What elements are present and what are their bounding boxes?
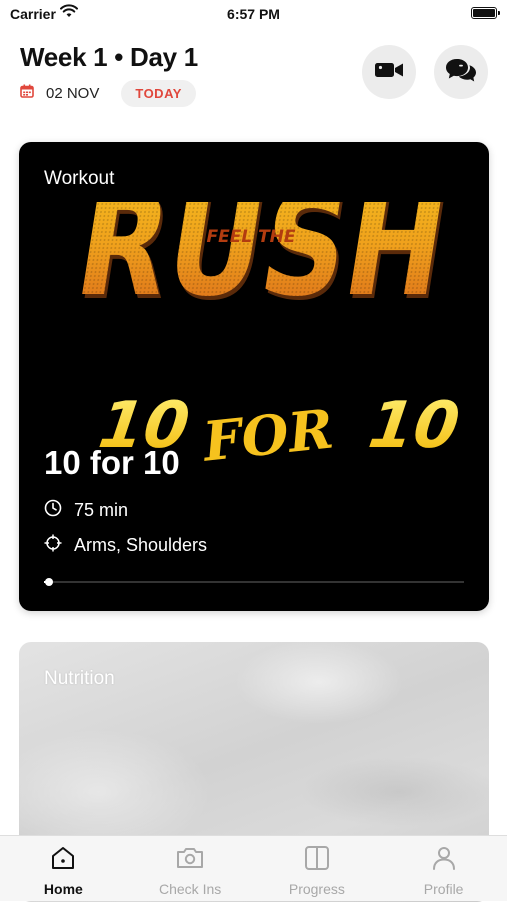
camera-icon — [176, 845, 204, 876]
workout-duration: 75 min — [44, 499, 128, 522]
banner-ten-right: 10 — [364, 388, 464, 463]
workout-title: 10 for 10 — [44, 444, 180, 481]
focus-label: Arms, Shoulders — [74, 535, 208, 555]
clock-icon — [44, 499, 62, 522]
target-icon — [44, 534, 62, 557]
compare-icon — [304, 845, 330, 876]
workout-focus: Arms, Shoulders — [44, 534, 207, 557]
banner-rush-dots: RUSH — [66, 202, 457, 328]
duration-label: 75 min — [74, 500, 129, 520]
date-label: 02 NOV — [46, 84, 100, 102]
tab-check-ins-label: Check Ins — [159, 881, 222, 897]
home-icon — [50, 845, 76, 876]
battery-icon — [471, 7, 500, 19]
messages-button[interactable] — [434, 45, 488, 99]
tab-home-label: Home — [43, 881, 83, 897]
page-title: Week 1 • Day 1 — [20, 42, 198, 72]
tab-bar: Home Check Ins Progress Profile — [0, 835, 507, 901]
video-camera-icon — [374, 60, 404, 85]
banner-feel-the: FEEL THE — [206, 227, 295, 247]
tab-check-ins[interactable]: Check Ins — [127, 836, 254, 901]
banner-for: FOR — [198, 396, 336, 473]
workout-card[interactable]: Workout RUSH RUSH RUSH FEEL THE 10 10 FO… — [19, 142, 489, 611]
workout-progress-knob — [45, 578, 54, 586]
person-icon — [431, 845, 457, 876]
tab-progress-label: Progress — [288, 881, 345, 897]
workout-section-label: Workout — [44, 168, 115, 189]
status-bar: Carrier 6:57 PM — [0, 0, 507, 30]
workout-progress-bar — [44, 578, 464, 586]
date-row: 02 NOV TODAY — [20, 79, 196, 107]
today-badge[interactable]: TODAY — [121, 79, 196, 107]
tab-profile[interactable]: Profile — [380, 836, 507, 901]
tab-home[interactable]: Home — [0, 836, 127, 901]
calendar-icon — [20, 84, 34, 103]
nutrition-section-label: Nutrition — [44, 668, 115, 689]
clock: 6:57 PM — [227, 6, 280, 22]
video-call-button[interactable] — [362, 45, 416, 99]
tab-progress[interactable]: Progress — [254, 836, 381, 901]
tab-profile-label: Profile — [423, 881, 464, 897]
chat-bubbles-icon — [445, 57, 477, 88]
